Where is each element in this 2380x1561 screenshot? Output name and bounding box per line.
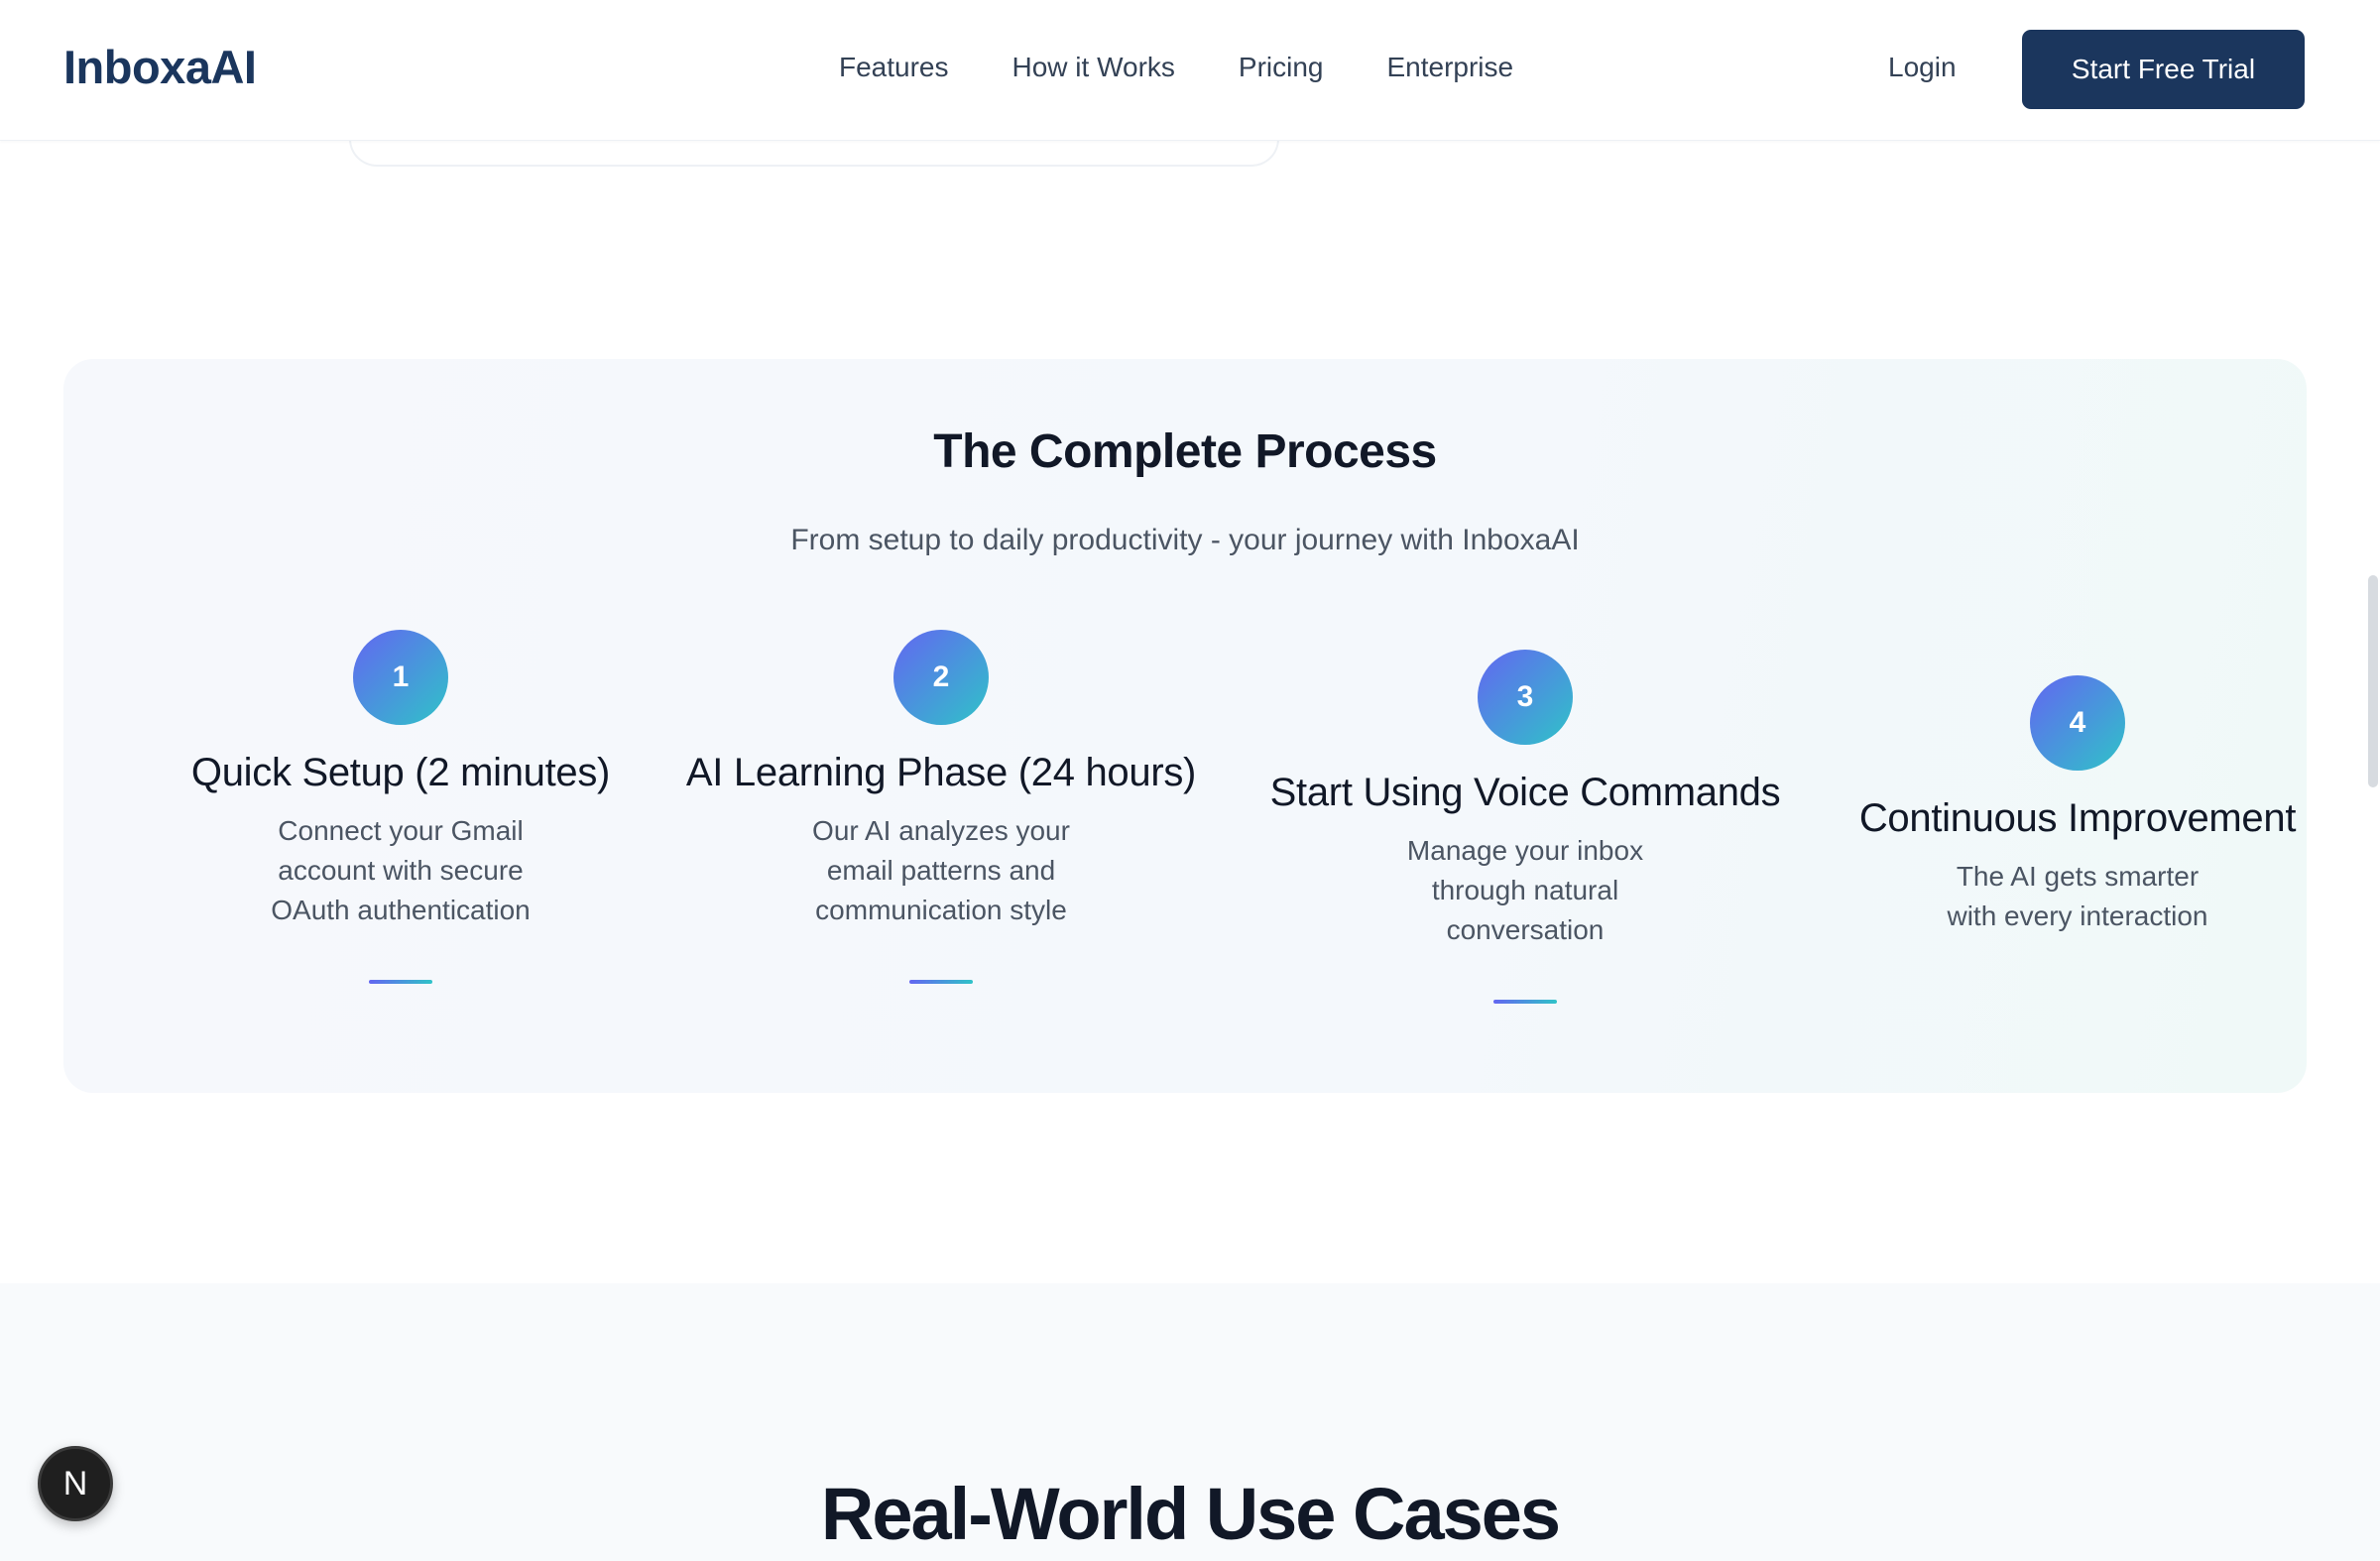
process-title: The Complete Process <box>933 425 1437 478</box>
nav-link-pricing[interactable]: Pricing <box>1239 52 1324 83</box>
step-title: Continuous Improvement <box>1858 796 2297 840</box>
step-description: Connect your Gmail account with secure O… <box>271 815 531 925</box>
process-step-4: 4 Continuous Improvement The AI gets sma… <box>1800 675 2355 936</box>
use-cases-title: Real-World Use Cases <box>820 1473 1561 1555</box>
scrollbar-thumb[interactable] <box>2368 575 2378 787</box>
step-divider <box>1493 1000 1557 1004</box>
nav-link-how-it-works[interactable]: How it Works <box>1012 52 1175 83</box>
process-step-2: 2 AI Learning Phase (24 hours) Our AI an… <box>663 630 1219 984</box>
step-number-badge: 1 <box>353 630 448 725</box>
step-number-badge: 3 <box>1478 650 1573 745</box>
nav-link-features[interactable]: Features <box>839 52 949 83</box>
page: InboxaAI Features How it Works Pricing E… <box>0 0 2380 1561</box>
nav-links: Features How it Works Pricing Enterprise <box>839 52 1513 83</box>
step-description: Manage your inbox through natural conver… <box>1406 835 1644 945</box>
process-step-1: 1 Quick Setup (2 minutes) Connect your G… <box>123 630 678 984</box>
dev-tools-badge[interactable]: N <box>38 1446 113 1521</box>
top-navigation: InboxaAI Features How it Works Pricing E… <box>0 0 2380 141</box>
step-divider <box>369 980 432 984</box>
brand-logo[interactable]: InboxaAI <box>63 40 257 94</box>
step-number-badge: 4 <box>2030 675 2125 771</box>
step-title: Quick Setup (2 minutes) <box>190 751 611 794</box>
step-title: AI Learning Phase (24 hours) <box>685 751 1197 794</box>
step-description: Our AI analyzes your email patterns and … <box>812 815 1070 925</box>
step-description: The AI gets smarter with every interacti… <box>1947 861 2208 931</box>
process-section: The Complete Process From setup to daily… <box>63 359 2307 1093</box>
nav-link-enterprise[interactable]: Enterprise <box>1386 52 1513 83</box>
start-free-trial-button[interactable]: Start Free Trial <box>2022 30 2305 109</box>
process-step-3: 3 Start Using Voice Commands Manage your… <box>1248 650 1803 1004</box>
step-number-badge: 2 <box>893 630 989 725</box>
login-link[interactable]: Login <box>1888 52 1957 83</box>
use-cases-section: Real-World Use Cases <box>0 1283 2380 1561</box>
process-subtitle: From setup to daily productivity - your … <box>790 524 1580 556</box>
step-title: Start Using Voice Commands <box>1269 771 1781 814</box>
step-divider <box>909 980 973 984</box>
